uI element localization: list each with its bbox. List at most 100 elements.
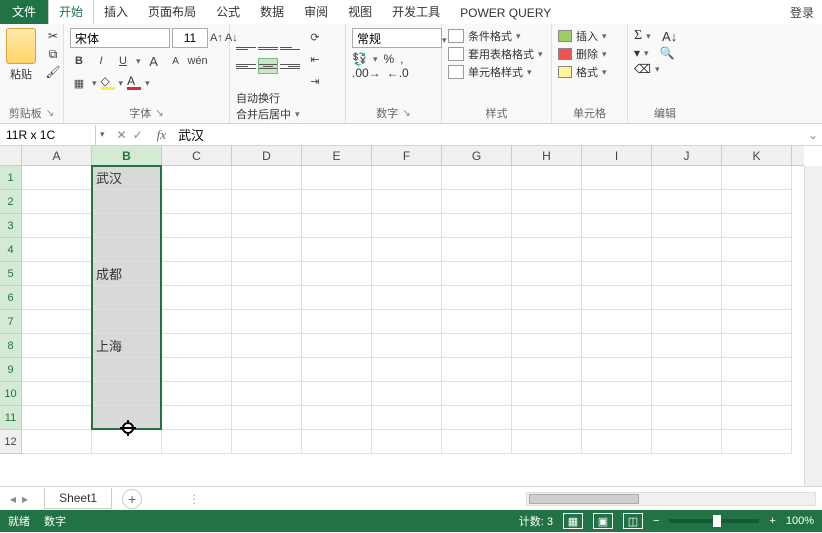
cell-style-button[interactable]: 单元格样式 [468, 64, 523, 80]
cut-icon[interactable]: ✂ [44, 28, 62, 44]
cell-J5[interactable] [652, 262, 722, 286]
cell-C9[interactable] [162, 358, 232, 382]
cell-A9[interactable] [22, 358, 92, 382]
cell-B6[interactable] [92, 286, 162, 310]
merge-center-button[interactable]: 合并后居中 [236, 106, 291, 122]
view-pagelayout-icon[interactable]: ▣ [593, 513, 613, 529]
decrease-decimal-icon[interactable]: ←.0 [387, 66, 409, 80]
cell-A5[interactable] [22, 262, 92, 286]
delete-cells-button[interactable]: 删除 [576, 46, 598, 62]
cell-G9[interactable] [442, 358, 512, 382]
cell-I2[interactable] [582, 190, 652, 214]
cell-E4[interactable] [302, 238, 372, 262]
cell-F11[interactable] [372, 406, 442, 430]
cell-J3[interactable] [652, 214, 722, 238]
zoom-slider[interactable] [669, 519, 759, 523]
cell-D4[interactable] [232, 238, 302, 262]
cell-A1[interactable] [22, 166, 92, 190]
cell-C2[interactable] [162, 190, 232, 214]
cell-C7[interactable] [162, 310, 232, 334]
cell-J9[interactable] [652, 358, 722, 382]
cell-D5[interactable] [232, 262, 302, 286]
cell-D9[interactable] [232, 358, 302, 382]
dialog-launcher-icon[interactable]: ↘ [402, 108, 410, 119]
cell-F3[interactable] [372, 214, 442, 238]
paste-icon[interactable] [6, 28, 36, 64]
cell-J7[interactable] [652, 310, 722, 334]
cell-F4[interactable] [372, 238, 442, 262]
cell-E11[interactable] [302, 406, 372, 430]
column-header-A[interactable]: A [22, 146, 92, 165]
cell-K5[interactable] [722, 262, 792, 286]
phonetic-icon[interactable]: wén [189, 52, 207, 70]
cell-G5[interactable] [442, 262, 512, 286]
cell-I8[interactable] [582, 334, 652, 358]
row-header-9[interactable]: 9 [0, 358, 21, 382]
cell-D1[interactable] [232, 166, 302, 190]
cell-J12[interactable] [652, 430, 722, 454]
cell-A4[interactable] [22, 238, 92, 262]
cell-H7[interactable] [512, 310, 582, 334]
sheet-tab[interactable]: Sheet1 [44, 488, 112, 509]
cell-K12[interactable] [722, 430, 792, 454]
cell-B3[interactable] [92, 214, 162, 238]
cell-B1[interactable]: 武汉 [92, 166, 162, 190]
row-header-8[interactable]: 8 [0, 334, 21, 358]
cell-K4[interactable] [722, 238, 792, 262]
bold-button[interactable]: B [70, 52, 88, 70]
border-icon[interactable]: ▦ [70, 74, 88, 92]
font-name-select[interactable] [70, 28, 170, 48]
add-sheet-button[interactable]: + [122, 489, 142, 509]
tab-insert[interactable]: 插入 [94, 0, 138, 24]
insert-cells-button[interactable]: 插入 [576, 28, 598, 44]
cell-H8[interactable] [512, 334, 582, 358]
column-header-D[interactable]: D [232, 146, 302, 165]
cell-D10[interactable] [232, 382, 302, 406]
cell-H1[interactable] [512, 166, 582, 190]
find-icon[interactable]: 🔍 [660, 46, 675, 60]
cell-F1[interactable] [372, 166, 442, 190]
cell-K1[interactable] [722, 166, 792, 190]
align-middle-icon[interactable] [258, 40, 278, 56]
vertical-scrollbar[interactable] [804, 166, 822, 486]
row-header-3[interactable]: 3 [0, 214, 21, 238]
cell-C12[interactable] [162, 430, 232, 454]
cell-F5[interactable] [372, 262, 442, 286]
login-link[interactable]: 登录 [790, 4, 814, 21]
clear-icon[interactable]: ⌫ [634, 62, 651, 76]
column-header-J[interactable]: J [652, 146, 722, 165]
cell-B5[interactable]: 成都 [92, 262, 162, 286]
cell-F10[interactable] [372, 382, 442, 406]
autosum-icon[interactable]: Σ [634, 28, 642, 44]
cell-D12[interactable] [232, 430, 302, 454]
cell-H12[interactable] [512, 430, 582, 454]
comma-icon[interactable]: , [400, 52, 403, 66]
column-header-F[interactable]: F [372, 146, 442, 165]
cell-I9[interactable] [582, 358, 652, 382]
cell-I1[interactable] [582, 166, 652, 190]
tab-view[interactable]: 视图 [338, 0, 382, 24]
row-header-1[interactable]: 1 [0, 166, 21, 190]
cell-K6[interactable] [722, 286, 792, 310]
cancel-icon[interactable]: ✕ [117, 128, 127, 142]
cell-I7[interactable] [582, 310, 652, 334]
cell-A7[interactable] [22, 310, 92, 334]
cell-H10[interactable] [512, 382, 582, 406]
column-header-I[interactable]: I [582, 146, 652, 165]
column-header-K[interactable]: K [722, 146, 792, 165]
zoom-out-button[interactable]: − [653, 515, 659, 527]
cell-K8[interactable] [722, 334, 792, 358]
cell-G2[interactable] [442, 190, 512, 214]
dialog-launcher-icon[interactable]: ↘ [46, 108, 54, 119]
cells-area[interactable]: 武汉成都上海 [22, 166, 804, 486]
row-header-4[interactable]: 4 [0, 238, 21, 262]
fill-icon[interactable]: ▾ [634, 46, 640, 60]
cell-D11[interactable] [232, 406, 302, 430]
cell-H6[interactable] [512, 286, 582, 310]
format-painter-icon[interactable]: 🖌 [44, 64, 62, 80]
row-header-10[interactable]: 10 [0, 382, 21, 406]
tab-powerquery[interactable]: POWER QUERY [450, 2, 561, 24]
chevron-down-icon[interactable]: ▾ [136, 56, 141, 67]
wrap-text-button[interactable]: 自动换行 [236, 90, 280, 106]
tab-developer[interactable]: 开发工具 [382, 0, 450, 24]
